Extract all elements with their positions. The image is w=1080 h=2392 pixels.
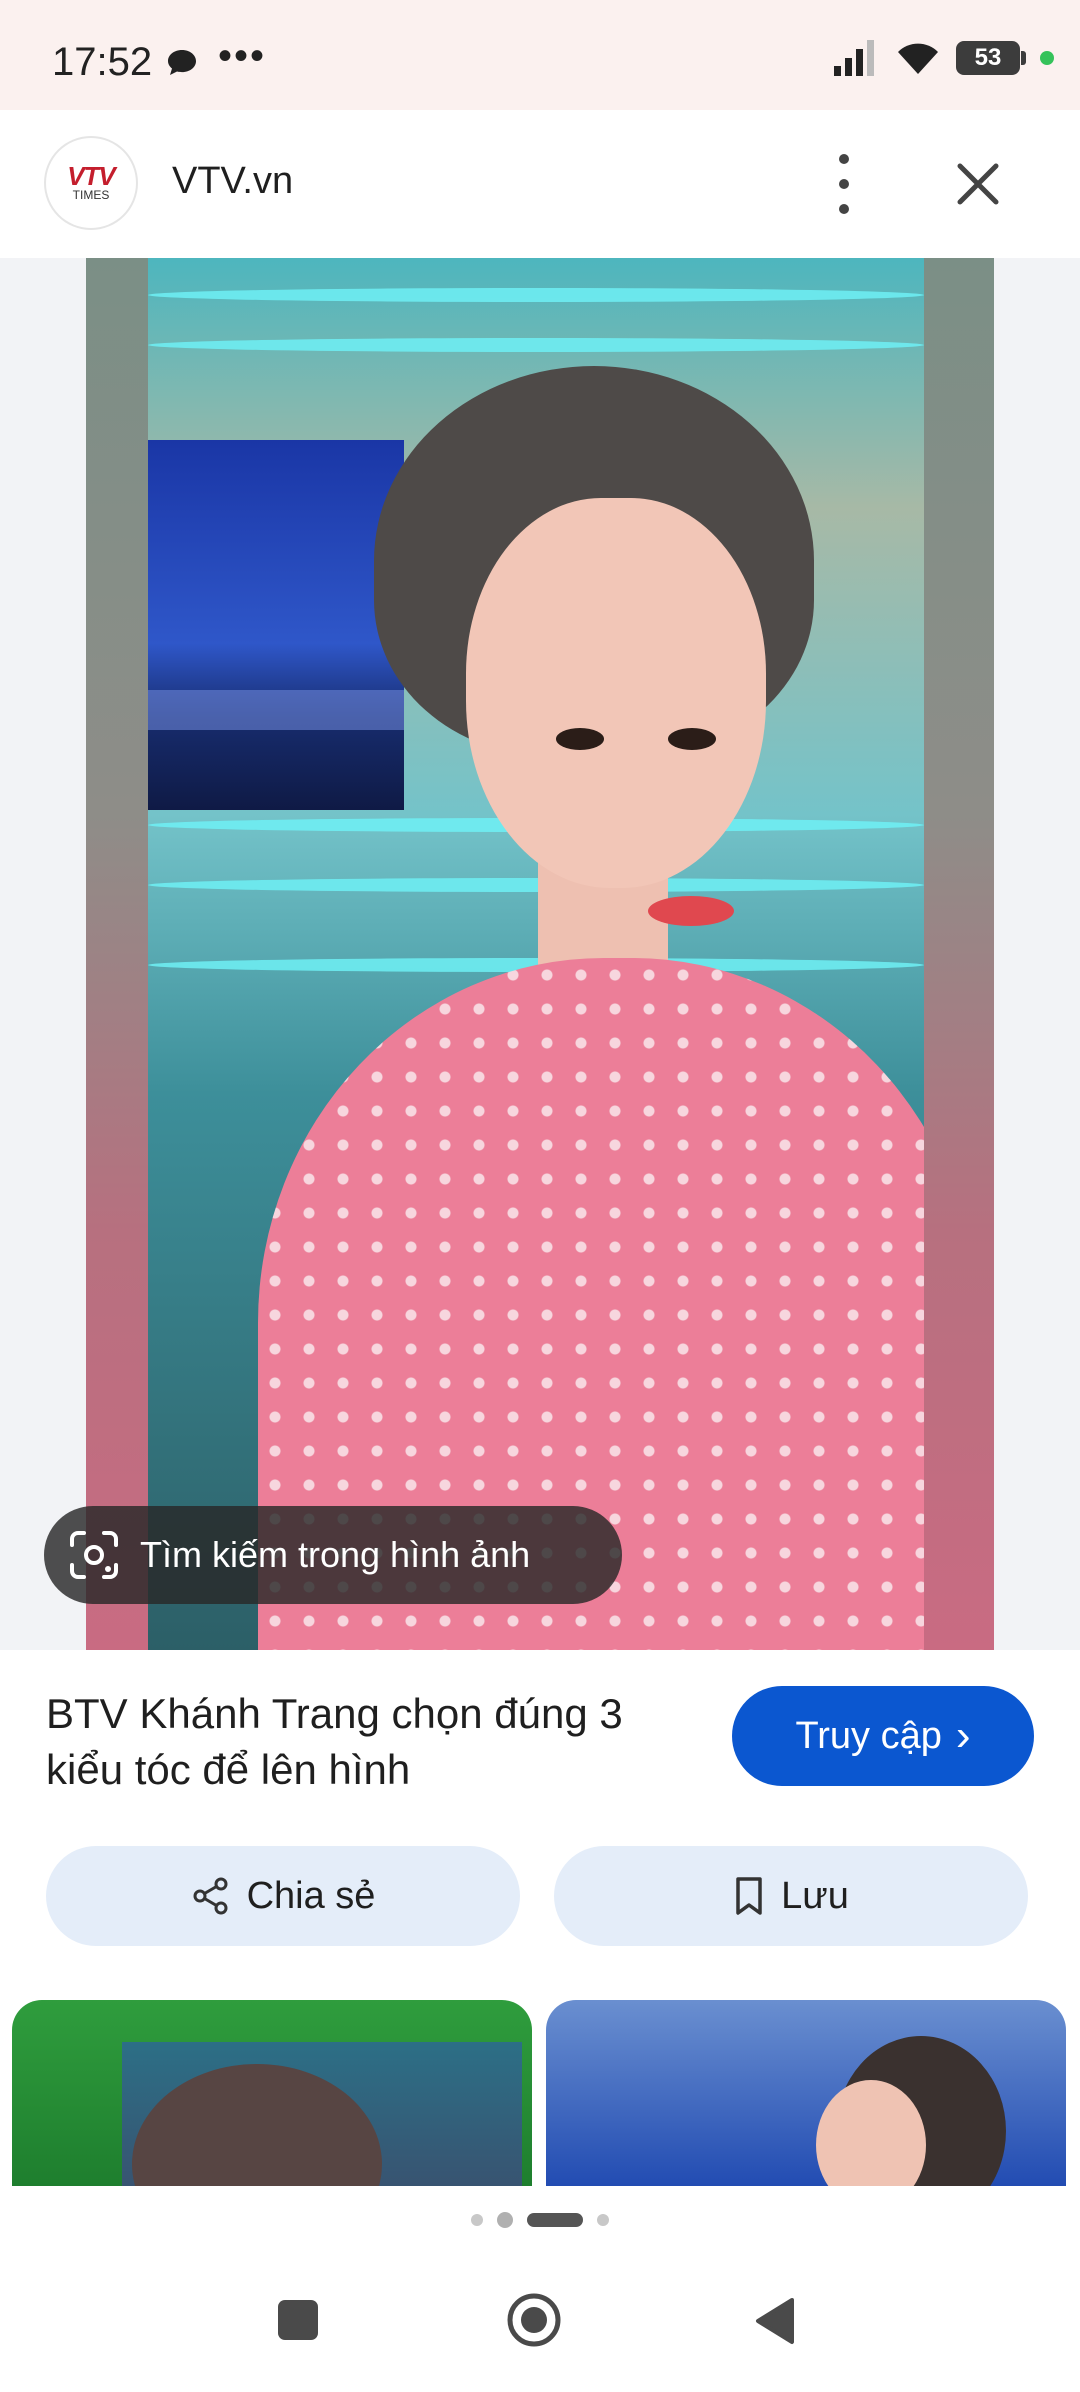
related-images <box>0 2000 1080 2186</box>
share-label: Chia sẻ <box>246 1874 376 1917</box>
site-name[interactable]: VTV.vn <box>172 160 293 203</box>
visit-button[interactable]: Truy cập › <box>732 1686 1034 1786</box>
chat-notification-icon <box>168 50 196 75</box>
visit-label: Truy cập <box>795 1714 942 1757</box>
more-vert-icon[interactable] <box>820 154 868 214</box>
more-notifications-icon: ••• <box>218 34 267 78</box>
battery-indicator: 53 <box>956 41 1026 75</box>
bookmark-icon <box>736 1877 762 1915</box>
studio-screen <box>148 440 404 810</box>
related-image-thumbnail[interactable] <box>546 2000 1066 2186</box>
share-button[interactable]: Chia sẻ <box>46 1846 520 1946</box>
wifi-icon <box>898 43 938 74</box>
status-time: 17:52 <box>52 40 153 84</box>
privacy-indicator-dot <box>1040 51 1054 65</box>
status-icons: 53 <box>834 40 1054 76</box>
home-button[interactable] <box>506 2292 562 2348</box>
google-lens-icon <box>70 1531 118 1579</box>
share-icon <box>193 1877 228 1915</box>
chevron-right-icon: › <box>955 1711 971 1760</box>
main-image[interactable] <box>86 258 994 1650</box>
back-button[interactable] <box>752 2296 798 2346</box>
page-indicator <box>0 2212 1080 2228</box>
image-viewer: Tìm kiếm trong hình ảnh <box>0 258 1080 1650</box>
logo-subtext: TIMES <box>72 188 110 202</box>
signal-icon <box>834 40 874 76</box>
app-header: VTV TIMES VTV.vn <box>0 110 1080 258</box>
system-nav-bar <box>0 2260 1080 2392</box>
close-icon[interactable] <box>952 158 1004 210</box>
logo-text: VTV <box>67 161 116 191</box>
person-face <box>466 498 766 888</box>
search-in-image-label: Tìm kiếm trong hình ảnh <box>140 1534 531 1575</box>
save-button[interactable]: Lưu <box>554 1846 1028 1946</box>
result-title: BTV Khánh Trang chọn đúng 3 kiểu tóc để … <box>46 1690 623 1793</box>
status-bar: 17:52 ••• 53 <box>0 0 1080 110</box>
save-label: Lưu <box>781 1874 849 1917</box>
recents-button[interactable] <box>278 2300 318 2340</box>
related-image-thumbnail[interactable] <box>12 2000 532 2186</box>
search-in-image-button[interactable]: Tìm kiếm trong hình ảnh <box>44 1506 622 1604</box>
site-logo[interactable]: VTV TIMES <box>46 138 136 228</box>
studio-background <box>148 258 924 1650</box>
